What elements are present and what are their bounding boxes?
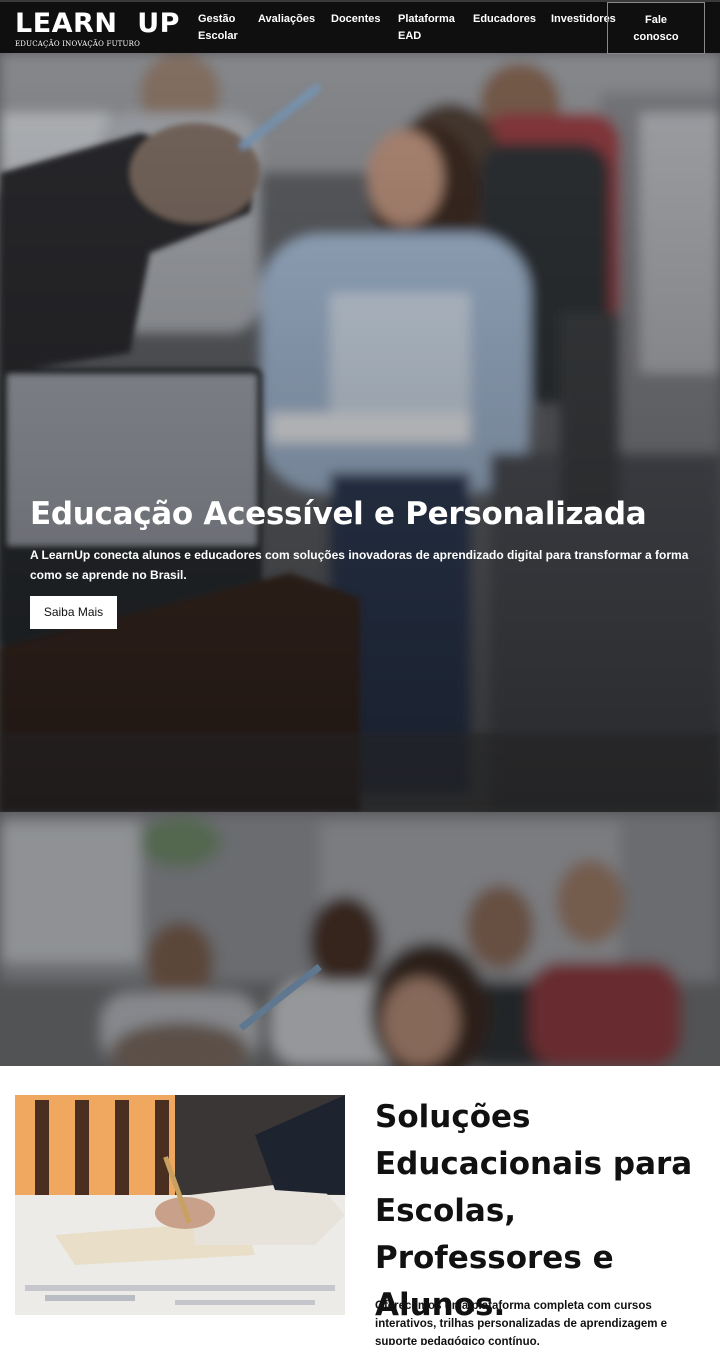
hero-title: Educação Acessível e Personalizada — [30, 496, 647, 532]
contact-button-label-2: conosco — [633, 31, 679, 43]
nav-item-label: Gestão — [198, 13, 236, 25]
solutions-description: Oferecemos uma plataforma completa com c… — [375, 1300, 668, 1345]
learn-more-button[interactable]: Saiba Mais — [30, 596, 117, 629]
classroom-image-band — [0, 812, 720, 1066]
nav-item-docentes[interactable]: Docentes — [331, 11, 381, 28]
nav-item-label: Avaliações — [258, 13, 316, 25]
nav-item-label-2: EAD — [398, 30, 422, 42]
nav-item-label: Plataforma — [398, 13, 455, 25]
logo-tagline: EDUCAÇÃO INOVAÇÃO FUTURO — [15, 40, 141, 48]
hero-overlay — [0, 53, 720, 812]
contact-button-label: Fale — [644, 14, 667, 26]
nav-item-label: Educadores — [473, 13, 536, 25]
top-navbar: LEARN UP EDUCAÇÃO INOVAÇÃO FUTURO Gestão… — [0, 0, 720, 54]
solutions-title: Soluções Educacionais para Escolas, Prof… — [375, 1099, 693, 1323]
hero-subtitle: A LearnUp conecta alunos e educadores co… — [30, 548, 689, 582]
hero-section: Educação Acessível e Personalizada A Lea… — [0, 53, 720, 812]
nav-item-gestao-escolar[interactable]: Gestão Escolar — [198, 11, 238, 45]
writing-notebook-photo — [15, 1095, 345, 1315]
logo-title[interactable]: LEARN UP — [15, 8, 180, 39]
classroom-photo — [0, 812, 720, 1066]
nav-item-label-2: Escolar — [198, 30, 238, 42]
nav-item-label: Docentes — [331, 13, 381, 25]
nav-item-educadores[interactable]: Educadores — [473, 11, 536, 28]
nav-item-plataforma-ead[interactable]: Plataforma EAD — [398, 11, 455, 45]
nav-item-avaliacoes[interactable]: Avaliações — [258, 11, 315, 28]
contact-button[interactable]: Fale conosco — [607, 2, 705, 54]
